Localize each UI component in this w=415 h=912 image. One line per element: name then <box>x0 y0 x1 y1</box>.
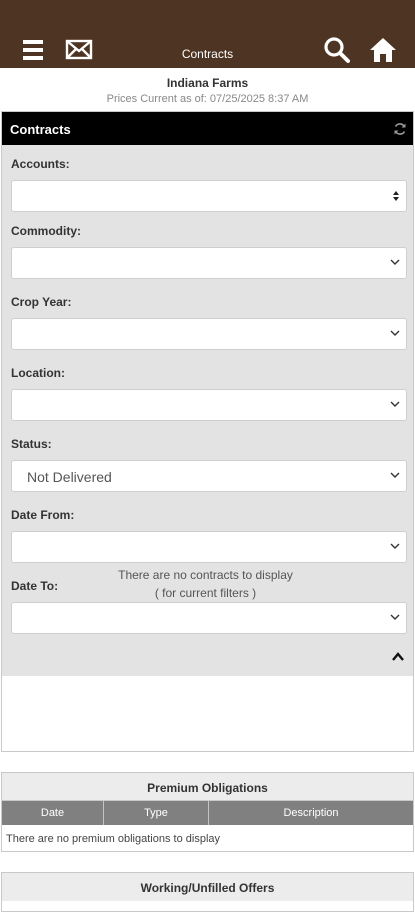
contracts-panel-title: Contracts <box>10 122 71 137</box>
chevron-up-icon[interactable] <box>392 652 404 661</box>
refresh-icon[interactable] <box>393 122 407 136</box>
status-label: Status: <box>11 437 52 451</box>
accounts-label: Accounts: <box>11 157 70 171</box>
crop-year-label: Crop Year: <box>11 295 72 309</box>
status-select[interactable]: Not Delivered <box>11 460 407 492</box>
chevron-down-icon <box>390 472 400 478</box>
updown-arrows-icon <box>393 191 399 201</box>
no-contracts-line: There are no contracts to display <box>118 568 293 582</box>
working-offers-section: Working/Unfilled Offers <box>1 872 414 912</box>
chevron-down-icon <box>390 614 400 620</box>
working-offers-title: Working/Unfilled Offers <box>2 873 413 901</box>
column-date[interactable]: Date <box>2 801 104 825</box>
status-value: Not Delivered <box>27 469 112 485</box>
date-to-select[interactable] <box>11 602 407 634</box>
location-label: Location: <box>11 366 65 380</box>
crop-year-select[interactable] <box>11 318 407 350</box>
column-type[interactable]: Type <box>104 801 209 825</box>
company-name: Indiana Farms <box>166 76 249 90</box>
date-from-label: Date From: <box>11 508 75 522</box>
date-from-select[interactable] <box>11 531 407 563</box>
premium-obligations-section: Premium Obligations Date Type Descriptio… <box>1 772 414 852</box>
contracts-panel: Contracts Accounts: Commodity: Crop Year… <box>1 111 414 752</box>
chevron-down-icon <box>390 543 400 549</box>
chevron-down-icon <box>390 330 400 336</box>
chevron-down-icon <box>390 401 400 407</box>
premium-table-header: Date Type Description <box>2 801 413 825</box>
no-premium-obligations-message: There are no premium obligations to disp… <box>6 833 221 845</box>
prices-current-timestamp: Prices Current as of: 07/25/2025 8:37 AM <box>106 93 309 105</box>
chevron-down-icon <box>390 259 400 265</box>
location-select[interactable] <box>11 389 407 421</box>
contracts-panel-header: Contracts <box>2 112 413 145</box>
commodity-select[interactable] <box>11 247 407 279</box>
page-title: Contracts <box>181 47 234 61</box>
accounts-select[interactable] <box>11 180 407 212</box>
no-contracts-filter-note: ( for current filters ) <box>154 586 257 600</box>
commodity-label: Commodity: <box>11 224 81 238</box>
column-description[interactable]: Description <box>209 801 413 825</box>
no-contracts-message: There are no contracts to display ( for … <box>0 566 411 602</box>
search-icon[interactable] <box>323 36 351 64</box>
app-header: Contracts <box>0 0 415 68</box>
premium-obligations-title: Premium Obligations <box>2 773 413 801</box>
home-icon[interactable] <box>369 36 397 64</box>
